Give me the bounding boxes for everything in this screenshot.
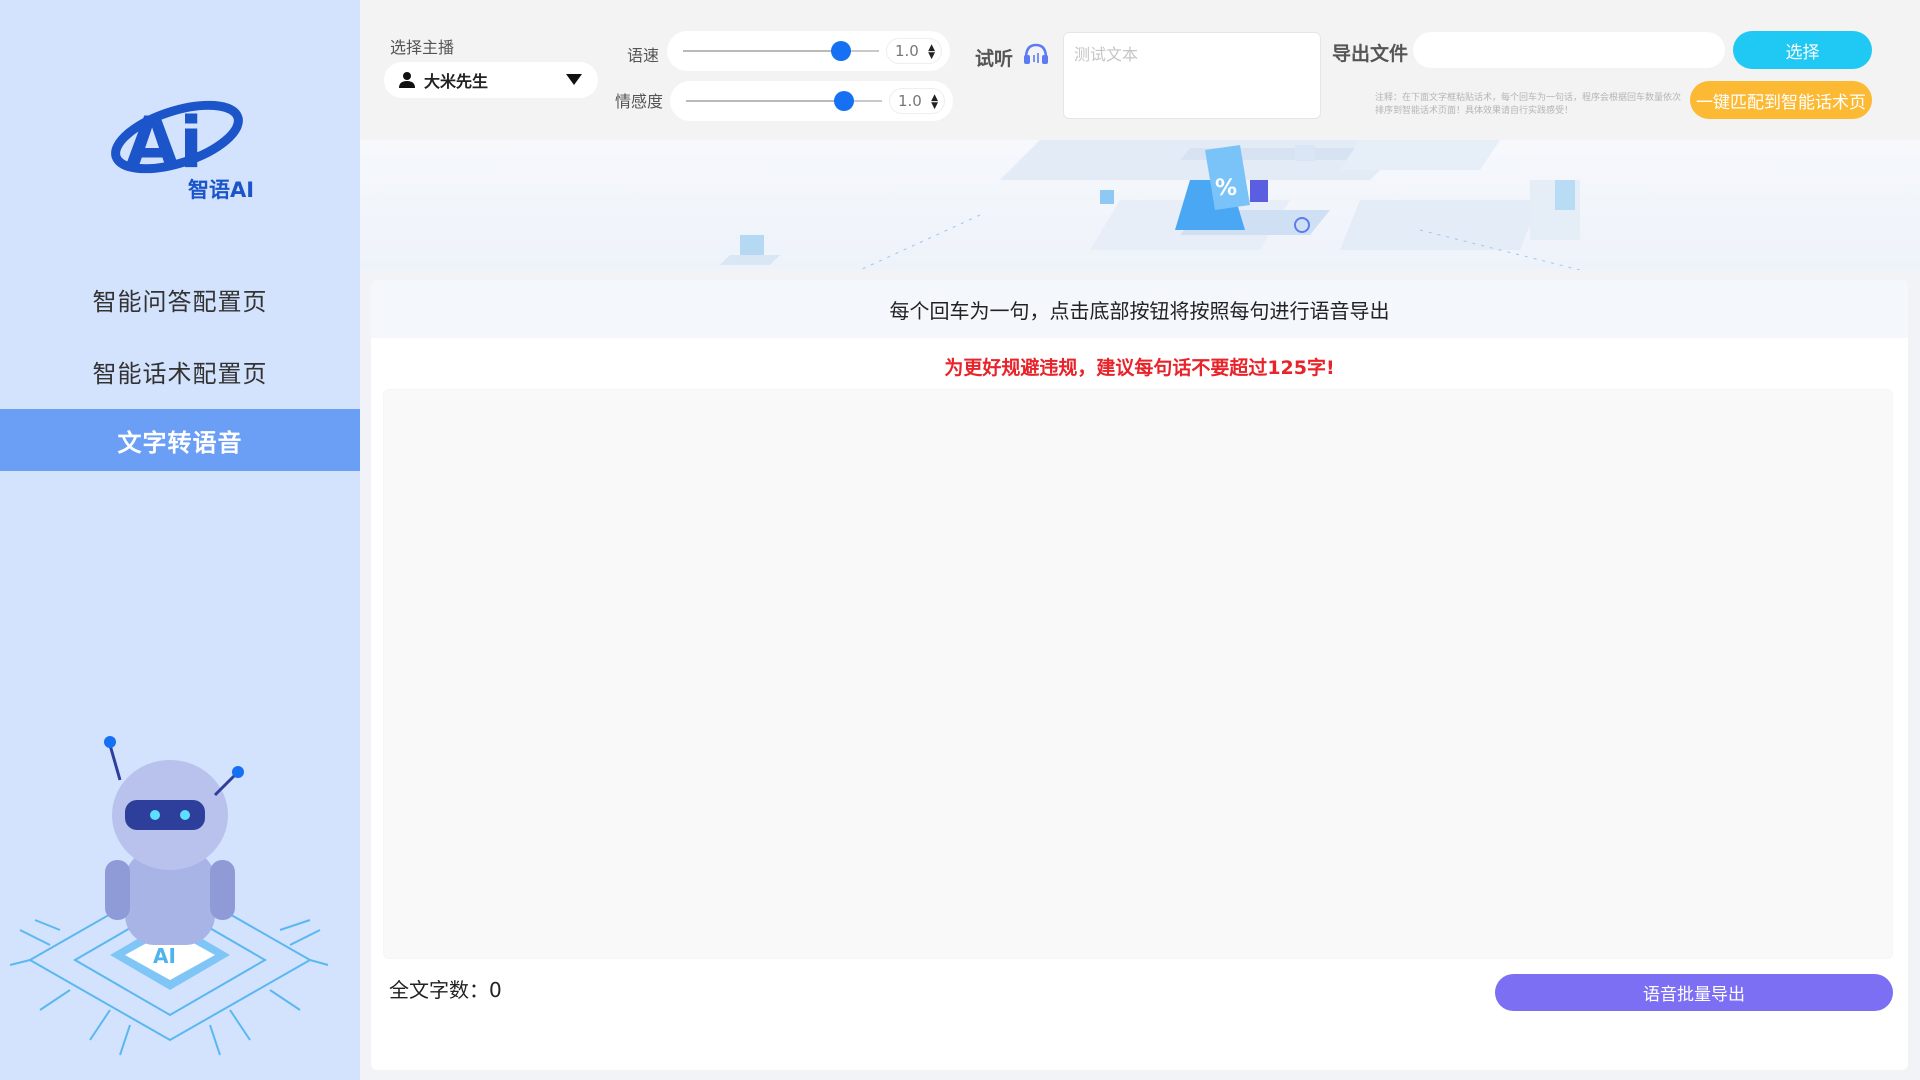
match-to-script-button[interactable]: 一键匹配到智能话术页 — [1690, 81, 1872, 119]
choose-button[interactable]: 选择 — [1733, 31, 1872, 69]
user-icon — [399, 72, 415, 88]
export-file-label: 导出文件 — [1332, 43, 1409, 65]
script-text-area[interactable] — [383, 389, 1893, 959]
warning-text: 为更好规避违规，建议每句话不要超过125字! — [944, 357, 1335, 379]
anchor-select[interactable]: 大米先生 — [384, 62, 598, 98]
brand-name: 智语AI — [188, 178, 255, 202]
robot-illustration-icon: AI — [10, 736, 329, 1056]
sidebar: Ai 智语AI 智能问答配置页 智能话术配置页 文字转语音 AI — [0, 0, 360, 1080]
sidebar-item-script-config[interactable]: 智能话术配置页 — [0, 340, 360, 402]
caret-down-icon — [566, 74, 582, 85]
svg-text:%: % — [1215, 176, 1237, 201]
export-file-input[interactable] — [1413, 32, 1725, 68]
word-count-value: 0 — [489, 978, 502, 1002]
word-count: 全文字数：0 — [389, 974, 502, 1003]
speed-slider[interactable]: 1.0 ▲ ▼ — [667, 31, 950, 71]
stepper-arrows-icon[interactable]: ▲ ▼ — [928, 44, 935, 61]
emotion-value: 1.0 — [898, 92, 922, 110]
shopping-banner-icon: % — [720, 140, 1581, 270]
brand-logo-mark: Ai — [125, 102, 203, 184]
anchor-label: 选择主播 — [390, 38, 455, 57]
word-count-label: 全文字数： — [389, 978, 489, 1002]
speed-value-stepper[interactable]: 1.0 ▲ ▼ — [886, 38, 942, 64]
main-panel: 每个回车为一句，点击底部按钮将按照每句进行语音导出 为更好规避违规，建议每句话不… — [371, 280, 1908, 1070]
batch-export-button[interactable]: 语音批量导出 — [1495, 974, 1893, 1011]
speed-value: 1.0 — [895, 42, 919, 60]
svg-text:AI: AI — [153, 944, 176, 968]
stepper-arrows-icon[interactable]: ▲ ▼ — [931, 94, 938, 111]
listen-label: 试听 — [975, 48, 1014, 70]
instruction-text: 每个回车为一句，点击底部按钮将按照每句进行语音导出 — [371, 280, 1908, 338]
emotion-value-stepper[interactable]: 1.0 ▲ ▼ — [889, 88, 945, 114]
banner-illustration: % — [360, 140, 1920, 270]
sidebar-item-qa-config[interactable]: 智能问答配置页 — [0, 268, 360, 330]
sidebar-item-text-to-speech[interactable]: 文字转语音 — [0, 409, 360, 471]
emotion-slider[interactable]: 1.0 ▲ ▼ — [670, 81, 953, 121]
test-text-input[interactable]: 测试文本 — [1063, 32, 1321, 119]
emotion-slider-thumb[interactable] — [834, 91, 854, 111]
emotion-label: 情感度 — [615, 92, 664, 111]
anchor-select-value: 大米先生 — [424, 72, 489, 91]
speed-label: 语速 — [627, 46, 660, 65]
headset-icon[interactable] — [1022, 42, 1050, 66]
speed-slider-thumb[interactable] — [831, 41, 851, 61]
note-text: 注释：在下面文字框粘贴话术，每个回车为一句话，程序会根据回车数量依次排序到智能话… — [1375, 93, 1682, 116]
